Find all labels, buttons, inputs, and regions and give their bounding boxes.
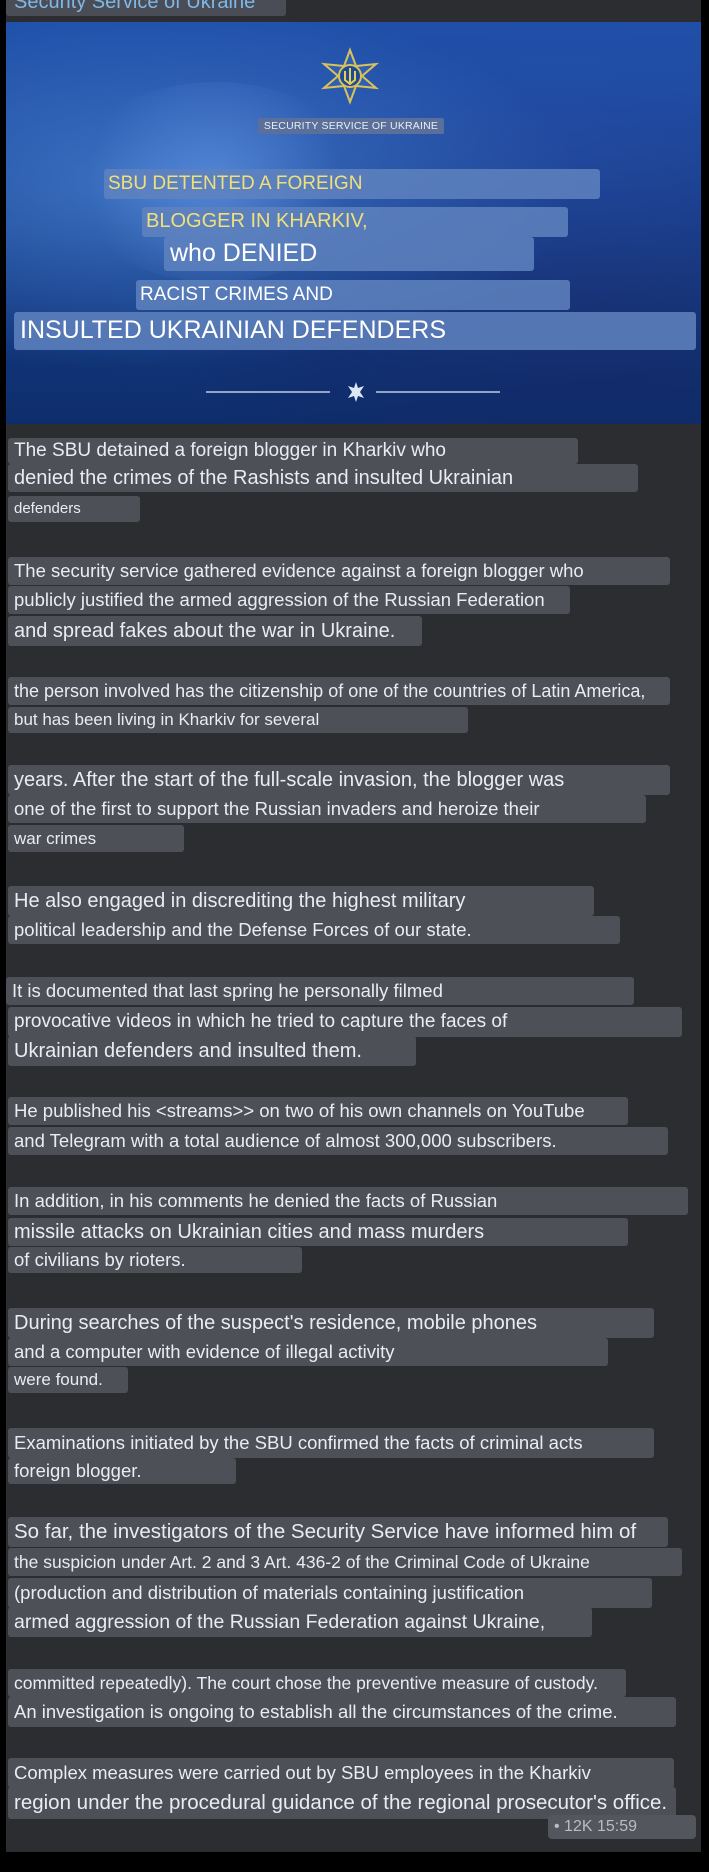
text-line-content: An investigation is ongoing to establish… bbox=[14, 1701, 618, 1723]
text-line: political leadership and the Defense For… bbox=[8, 916, 620, 944]
text-line: war crimes bbox=[8, 825, 184, 852]
text-line: armed aggression of the Russian Federati… bbox=[8, 1607, 592, 1637]
text-line: were found. bbox=[8, 1367, 128, 1393]
text-line-content: Ukrainian defenders and insulted them. bbox=[14, 1039, 362, 1062]
text-line: The SBU detained a foreign blogger in Kh… bbox=[8, 438, 578, 464]
text-line: Complex measures were carried out by SBU… bbox=[8, 1758, 674, 1788]
text-line: An investigation is ongoing to establish… bbox=[8, 1697, 676, 1727]
channel-title-bar[interactable]: Security Service of Ukraine bbox=[6, 0, 286, 16]
text-line-content: provocative videos in which he tried to … bbox=[14, 1011, 508, 1033]
text-line-content: and Telegram with a total audience of al… bbox=[14, 1130, 557, 1152]
text-line: of civilians by rioters. bbox=[8, 1247, 302, 1273]
banner-divider-right bbox=[376, 391, 500, 393]
text-line-content: He also engaged in discrediting the high… bbox=[14, 889, 466, 912]
text-line: It is documented that last spring he per… bbox=[6, 977, 634, 1005]
text-line-content: Complex measures were carried out by SBU… bbox=[14, 1762, 591, 1784]
org-label: SECURITY SERVICE OF UKRAINE bbox=[258, 118, 444, 134]
text-line-content: The SBU detained a foreign blogger in Kh… bbox=[14, 440, 446, 462]
text-line: He also engaged in discrediting the high… bbox=[8, 886, 594, 916]
views-and-time: • 12K 15:59 bbox=[554, 1818, 637, 1835]
headline-line-4: RACIST CRIMES AND bbox=[136, 280, 570, 310]
text-line-content: war crimes bbox=[14, 828, 97, 848]
sbu-emblem-icon bbox=[320, 47, 380, 105]
text-line-content: denied the crimes of the Rashists and in… bbox=[14, 466, 514, 489]
text-line: In addition, in his comments he denied t… bbox=[8, 1187, 688, 1215]
text-line-content: the person involved has the citizenship … bbox=[14, 680, 646, 701]
headline-line-5: INSULTED UKRAINIAN DEFENDERS bbox=[14, 312, 696, 350]
text-line: years. After the start of the full-scale… bbox=[8, 765, 670, 795]
headline-line-2: BLOGGER IN KHARKIV, bbox=[142, 207, 568, 237]
text-line-content: one of the first to support the Russian … bbox=[14, 798, 540, 820]
text-line-content: were found. bbox=[14, 1370, 103, 1390]
text-line: defenders bbox=[8, 496, 140, 522]
text-line: Examinations initiated by the SBU confir… bbox=[8, 1428, 654, 1458]
text-line: and spread fakes about the war in Ukrain… bbox=[8, 616, 422, 646]
text-line: (production and distribution of material… bbox=[8, 1578, 652, 1608]
text-line-content: political leadership and the Defense For… bbox=[14, 919, 472, 941]
text-line-content: It is documented that last spring he per… bbox=[12, 980, 443, 1002]
text-line: provocative videos in which he tried to … bbox=[8, 1007, 682, 1037]
text-line-content: armed aggression of the Russian Federati… bbox=[14, 1610, 546, 1633]
text-line: one of the first to support the Russian … bbox=[8, 795, 646, 823]
text-line: denied the crimes of the Rashists and in… bbox=[8, 464, 638, 492]
text-line: missile attacks on Ukrainian cities and … bbox=[8, 1218, 628, 1246]
text-line: So far, the investigators of the Securit… bbox=[8, 1517, 668, 1547]
text-line-content: In addition, in his comments he denied t… bbox=[14, 1190, 498, 1212]
text-line: Ukrainian defenders and insulted them. bbox=[8, 1036, 416, 1066]
text-line-content: (production and distribution of material… bbox=[14, 1582, 525, 1604]
text-line-content: committed repeatedly). The court chose t… bbox=[14, 1672, 598, 1693]
text-line-content: years. After the start of the full-scale… bbox=[14, 768, 565, 791]
text-line: the suspicion under Art. 2 and 3 Art. 43… bbox=[8, 1548, 682, 1576]
text-line: The security service gathered evidence a… bbox=[8, 557, 670, 585]
text-line: but has been living in Kharkiv for sever… bbox=[8, 707, 468, 733]
text-line-content: During searches of the suspect's residen… bbox=[14, 1311, 537, 1334]
text-line-content: foreign blogger. bbox=[14, 1460, 142, 1482]
message-meta: • 12K 15:59 bbox=[548, 1815, 696, 1839]
text-line: publicly justified the armed aggression … bbox=[8, 586, 570, 614]
text-line-content: missile attacks on Ukrainian cities and … bbox=[14, 1220, 485, 1243]
text-line-content: of civilians by rioters. bbox=[14, 1249, 186, 1271]
text-line-content: but has been living in Kharkiv for sever… bbox=[14, 710, 320, 730]
text-line-content: The security service gathered evidence a… bbox=[14, 560, 584, 582]
news-banner-image[interactable]: SECURITY SERVICE OF UKRAINE SBU DETENTED… bbox=[6, 22, 701, 424]
text-line-content: So far, the investigators of the Securit… bbox=[14, 1520, 637, 1544]
text-line-content: and spread fakes about the war in Ukrain… bbox=[14, 619, 396, 642]
text-line: the person involved has the citizenship … bbox=[8, 677, 670, 705]
text-line-content: He published his <streams>> on two of hi… bbox=[14, 1100, 585, 1122]
text-line-content: and a computer with evidence of illegal … bbox=[14, 1341, 395, 1363]
text-line: foreign blogger. bbox=[8, 1458, 236, 1484]
text-line-content: the suspicion under Art. 2 and 3 Art. 43… bbox=[14, 1551, 590, 1572]
text-line-content: defenders bbox=[14, 500, 81, 518]
text-line: and a computer with evidence of illegal … bbox=[8, 1338, 608, 1366]
headline-line-1: SBU DETENTED A FOREIGN bbox=[104, 169, 600, 199]
banner-divider-left bbox=[206, 391, 330, 393]
text-line-content: publicly justified the armed aggression … bbox=[14, 589, 545, 611]
text-line: During searches of the suspect's residen… bbox=[8, 1308, 654, 1338]
cross-icon bbox=[348, 382, 364, 402]
text-line: committed repeatedly). The court chose t… bbox=[8, 1669, 626, 1697]
app-frame: Security Service of Ukraine SECURITY SER… bbox=[0, 0, 709, 1872]
text-line: and Telegram with a total audience of al… bbox=[8, 1127, 668, 1155]
text-line-content: Examinations initiated by the SBU confir… bbox=[14, 1432, 583, 1454]
headline-line-3: who DENIED bbox=[164, 237, 534, 271]
text-line-content: region under the procedural guidance of … bbox=[14, 1791, 668, 1815]
channel-name[interactable]: Security Service of Ukraine bbox=[14, 0, 255, 14]
text-line: He published his <streams>> on two of hi… bbox=[8, 1097, 628, 1125]
